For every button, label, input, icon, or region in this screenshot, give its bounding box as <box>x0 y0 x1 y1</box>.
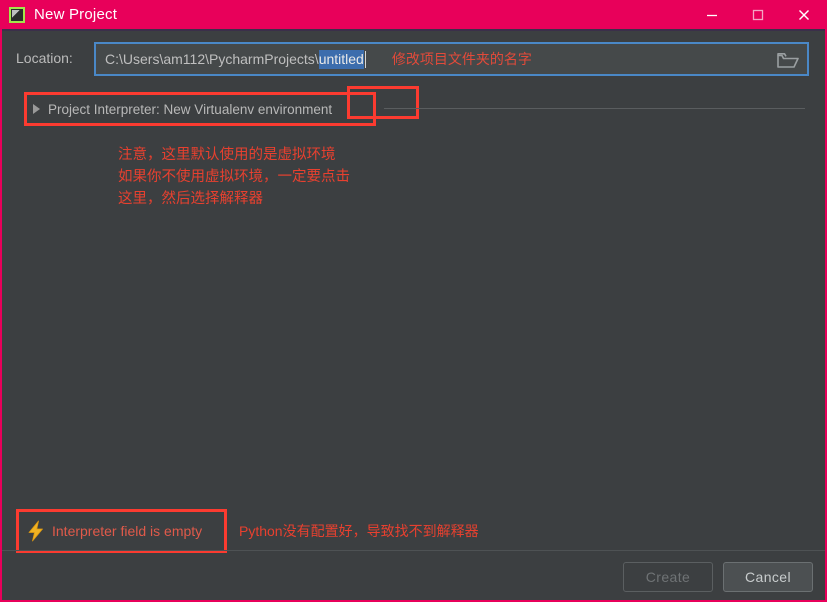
project-interpreter-label: Project Interpreter: New Virtualenv envi… <box>48 101 333 117</box>
validation-error-text: Interpreter field is empty <box>52 523 203 539</box>
location-selected-text: untitled <box>318 49 364 69</box>
warning-bolt-icon <box>28 520 43 542</box>
footer-divider <box>2 550 825 551</box>
create-button[interactable]: Create <box>623 562 713 592</box>
cancel-button[interactable]: Cancel <box>723 562 813 592</box>
folder-icon[interactable] <box>773 48 803 72</box>
location-annotation: 修改项目文件夹的名字 <box>391 51 532 67</box>
section-divider <box>384 108 805 109</box>
annotation-note-line3: 这里，然后选择解释器 <box>118 191 263 207</box>
validation-error: Interpreter field is empty <box>16 509 227 553</box>
minimize-icon[interactable] <box>689 0 735 29</box>
location-path-prefix: C:\Users\am112\PycharmProjects\ <box>105 51 319 67</box>
annotation-note-line1: 注意，这里默认使用的是虚拟环境 <box>118 147 336 163</box>
project-interpreter-section[interactable]: Project Interpreter: New Virtualenv envi… <box>24 92 376 126</box>
text-caret <box>364 50 366 68</box>
new-project-dialog: New Project Location: C:\Users\am112\Pyc… <box>0 0 827 602</box>
maximize-icon[interactable] <box>735 0 781 29</box>
annotation-note-line2: 如果你不使用虚拟环境，一定要点击 <box>118 169 350 185</box>
location-input[interactable]: C:\Users\am112\PycharmProjects\ untitled … <box>94 42 809 76</box>
error-annotation: Python没有配置好，导致找不到解释器 <box>239 523 479 539</box>
titlebar-divider <box>2 29 825 31</box>
window-title: New Project <box>34 6 118 23</box>
close-icon[interactable] <box>781 0 825 29</box>
chevron-right-icon[interactable] <box>33 104 40 114</box>
location-row: Location: C:\Users\am112\PycharmProjects… <box>2 42 825 119</box>
dialog-buttons: Create Cancel <box>623 562 813 592</box>
title-bar[interactable]: New Project <box>2 0 825 29</box>
location-label: Location: <box>16 50 73 66</box>
pycharm-icon <box>9 6 25 23</box>
window-controls <box>689 0 825 29</box>
annotation-note: 注意，这里默认使用的是虚拟环境 如果你不使用虚拟环境，一定要点击 这里，然后选择… <box>118 144 350 210</box>
